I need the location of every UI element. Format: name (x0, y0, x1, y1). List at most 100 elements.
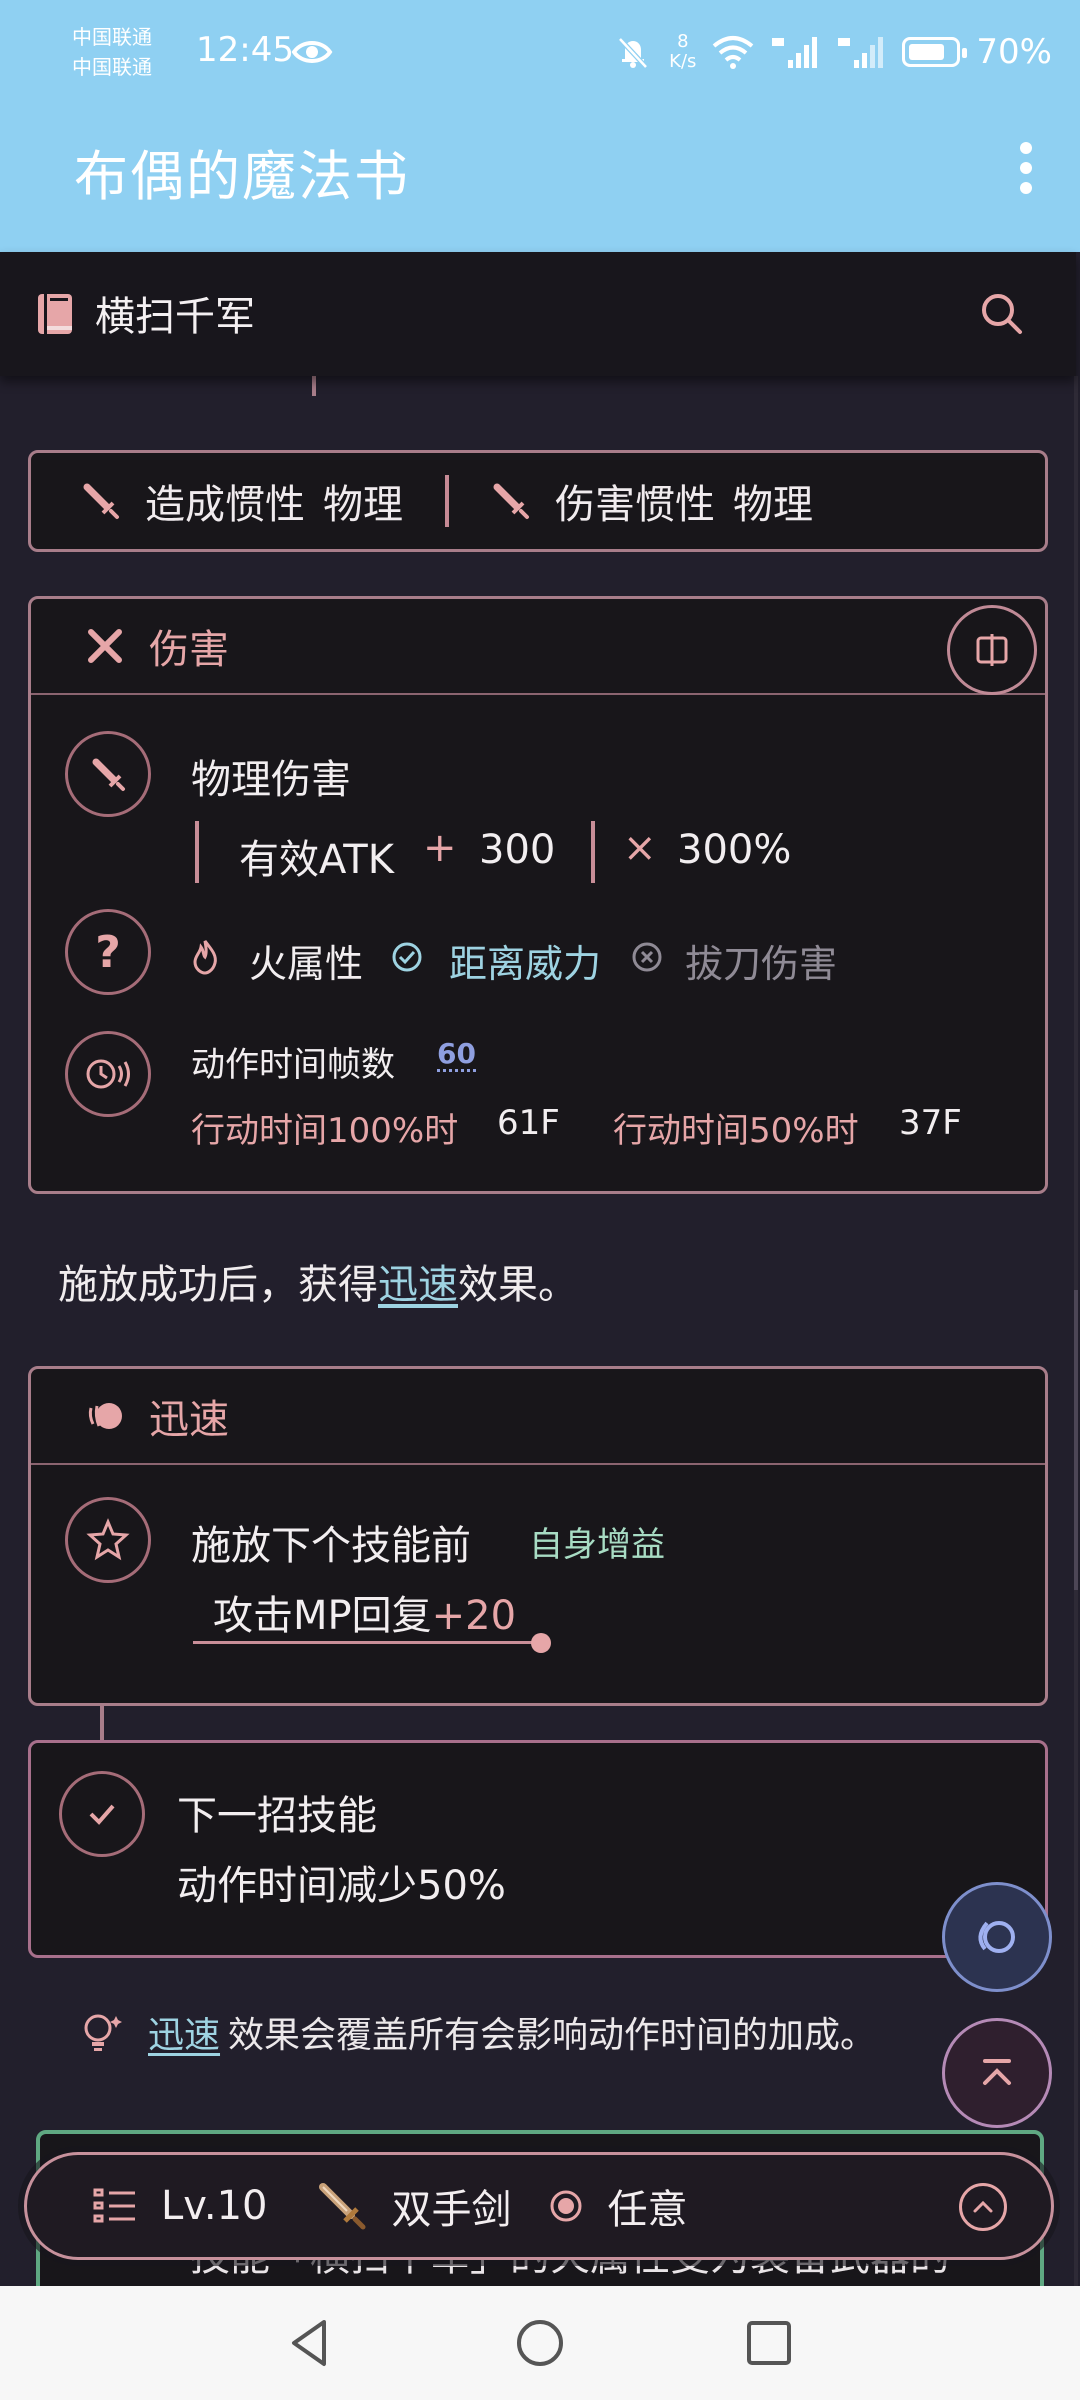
swift-effect: 攻击MP回复+20 (213, 1583, 516, 1641)
status-bar: 中国联通 中国联通 12:45 8 K/s 70% (0, 0, 1080, 104)
scroll-to-top-button[interactable] (942, 2018, 1052, 2128)
next-skill-card: 下一招技能 动作时间减少50% (28, 1740, 1048, 1958)
option-label: 任意 (607, 2187, 688, 2233)
tag-fire: 火属性 (249, 942, 364, 986)
carrier-info: 中国联通 中国联通 (72, 22, 152, 82)
buff-icon-circle (65, 1497, 151, 1583)
chevron-up-icon (973, 2200, 993, 2213)
level-selector[interactable]: Lv.10 (93, 2183, 267, 2229)
signal-4g-icon (772, 37, 818, 68)
formula-add-value: 300 (479, 827, 556, 873)
swirl-icon (978, 1921, 1015, 1953)
skill-header: 横扫千军 (0, 252, 1076, 376)
self-buff-tag: 自身增益 (529, 1525, 665, 1565)
swift-icon (88, 1403, 122, 1429)
check-icon-circle (59, 1771, 145, 1857)
sword-icon (83, 483, 119, 519)
damage-card: 伤害 物理伤害 有效ATK + 300 × 300% ? 火属性 距离威力 拔刀… (28, 596, 1048, 1194)
formula-bar-left (195, 821, 199, 883)
question-icon: ? (95, 926, 121, 978)
wifi-icon (713, 36, 754, 69)
swift-link[interactable]: 迅速 (378, 1262, 458, 1308)
inertia-divider (445, 475, 449, 527)
inertia-item-taken: 伤害惯性 物理 (491, 472, 813, 530)
swift-card-header: 迅速 (31, 1369, 1045, 1465)
tag-draw-damage: 拔刀伤害 (685, 942, 838, 986)
carrier-2: 中国联通 (72, 55, 152, 79)
net-speed: 8 K/s (669, 32, 696, 72)
effect-underline-dot (531, 1633, 551, 1653)
description-suffix: 效果。 (458, 1262, 578, 1308)
swift-title: 迅速 (149, 1397, 229, 1443)
x-circle-icon (632, 942, 662, 972)
crossed-swords-icon (88, 629, 122, 663)
damage-title: 伤害 (149, 627, 229, 673)
arrow-up-to-top-icon (983, 2059, 1011, 2085)
frames-50-value: 37F (899, 1103, 962, 1143)
skill-note: 迅速 效果会覆盖所有会影响动作时间的加成。 (78, 2006, 876, 2058)
skill-title: 横扫千军 (95, 294, 255, 340)
swift-note-link[interactable]: 迅速 (148, 2006, 220, 2058)
swift-effect-value: +20 (431, 1593, 517, 1639)
home-icon[interactable] (511, 2314, 569, 2372)
weapon-label: 双手剑 (391, 2187, 512, 2233)
split-view-button[interactable] (947, 605, 1037, 695)
fps-badge[interactable]: 60 (437, 1039, 476, 1072)
back-icon[interactable] (282, 2314, 340, 2372)
tag-distance-power: 距离威力 (449, 942, 602, 986)
recents-icon[interactable] (740, 2314, 798, 2372)
weapon-selector[interactable]: 双手剑 (317, 2177, 511, 2235)
option-selector[interactable]: 任意 (549, 2177, 687, 2235)
eye-icon (291, 41, 333, 63)
radio-selected-icon (550, 2190, 582, 2222)
damage-type-icon-circle (65, 731, 151, 817)
element-icon-circle: ? (65, 909, 151, 995)
swirl-fab[interactable] (942, 1882, 1052, 1992)
battery-icon (902, 37, 968, 67)
frames-50-label: 行动时间50%时 (613, 1111, 859, 1151)
skill-description: 施放成功后，获得迅速效果。 (58, 1252, 578, 1310)
signal-3g-icon (838, 37, 884, 68)
two-handed-sword-icon (319, 2183, 366, 2230)
formula-mult-value: 300% (677, 827, 792, 873)
status-right-group: 8 K/s 70% (613, 26, 1052, 78)
timer-sound-icon (86, 1059, 130, 1089)
app-title: 布偶的魔法书 (74, 145, 410, 208)
formula-times: × (623, 825, 657, 871)
swift-condition: 施放下个技能前 (191, 1523, 471, 1569)
card-connector (100, 1706, 104, 1742)
swift-effect-card: 迅速 施放下个技能前 自身增益 攻击MP回复+20 (28, 1366, 1048, 1706)
list-icon (93, 2188, 135, 2223)
formula-base: 有效ATK (239, 837, 394, 883)
split-icon (976, 634, 1008, 666)
frames-100-value: 61F (497, 1103, 560, 1143)
frames-100-label: 行动时间100%时 (191, 1111, 459, 1151)
next-skill-title: 下一招技能 (177, 1793, 377, 1839)
inertia-taken-label: 伤害惯性 (555, 482, 715, 528)
book-icon (38, 294, 72, 334)
net-speed-value: 8 (677, 31, 689, 52)
system-navigation-bar (0, 2286, 1080, 2400)
search-icon[interactable] (978, 290, 1026, 338)
swift-effect-label: 攻击MP回复 (213, 1593, 432, 1639)
sword-icon (493, 483, 529, 519)
star-icon (86, 1518, 130, 1561)
check-circle-icon (392, 942, 422, 972)
frames-title: 动作时间帧数 (191, 1045, 395, 1085)
status-time: 12:45 (196, 30, 294, 70)
expand-options-button[interactable] (959, 2183, 1007, 2231)
description-prefix: 施放成功后，获得 (58, 1262, 378, 1308)
battery-percent: 70% (976, 32, 1052, 72)
main-content: 造成惯性 物理 伤害惯性 物理 伤害 物理伤害 有效ATK + 300 × 30… (0, 376, 1080, 2286)
sword-icon (92, 758, 125, 791)
more-options-button[interactable] (1000, 134, 1052, 206)
inertia-taken-value: 物理 (733, 482, 813, 528)
skill-options-bar[interactable]: Lv.10 双手剑 任意 (24, 2152, 1054, 2260)
inertia-dealt-label: 造成惯性 (145, 482, 305, 528)
inertia-item-dealt: 造成惯性 物理 (81, 472, 403, 530)
inertia-dealt-value: 物理 (323, 482, 403, 528)
formula-plus: + (423, 825, 457, 871)
net-speed-unit: K/s (669, 51, 697, 72)
lightbulb-icon (84, 2014, 122, 2051)
level-label: Lv.10 (161, 2183, 268, 2229)
